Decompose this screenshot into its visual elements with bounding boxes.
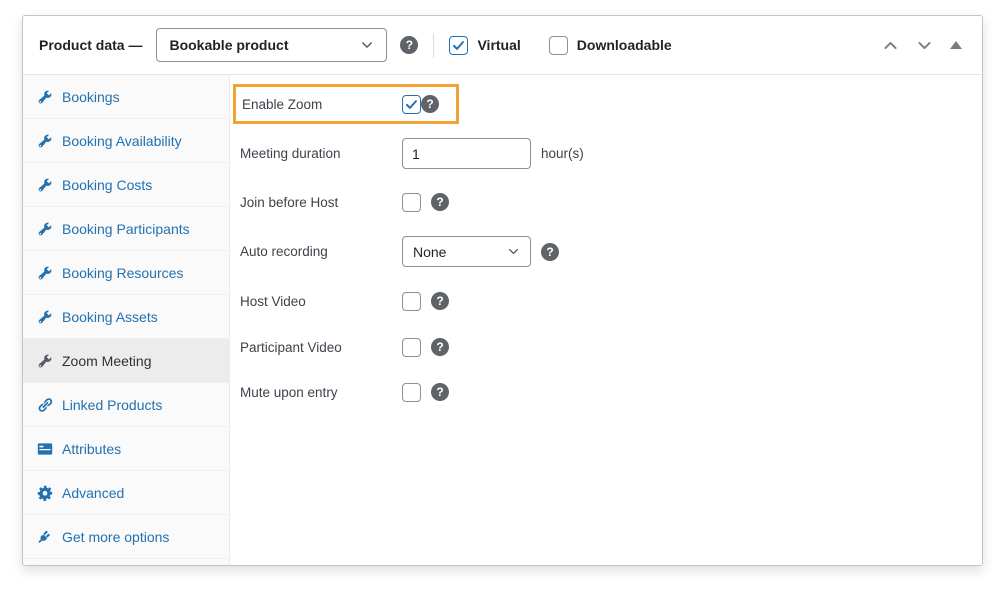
link-icon	[37, 397, 53, 413]
sidebar-item-label: Advanced	[62, 485, 124, 501]
chevron-down-icon	[360, 38, 374, 52]
participant-video-checkbox[interactable]	[402, 338, 421, 357]
divider	[433, 33, 434, 58]
help-icon[interactable]: ?	[541, 243, 559, 261]
help-icon[interactable]: ?	[431, 292, 449, 310]
virtual-label: Virtual	[477, 37, 520, 53]
wrench-icon	[37, 177, 53, 193]
meeting-duration-suffix: hour(s)	[541, 146, 584, 161]
virtual-checkbox[interactable]	[449, 36, 468, 55]
check-icon	[451, 38, 466, 53]
sidebar-item-booking-costs[interactable]: Booking Costs	[23, 163, 229, 207]
host-video-row: Host Video ?	[240, 290, 449, 312]
wrench-icon	[37, 353, 53, 369]
join-before-host-checkbox[interactable]	[402, 193, 421, 212]
wrench-icon	[37, 309, 53, 325]
sidebar-item-label: Booking Resources	[62, 265, 183, 281]
auto-recording-value: None	[413, 244, 446, 260]
sidebar-item-label: Bookings	[62, 89, 120, 105]
product-data-tabs: Bookings Booking Availability Booking Co…	[23, 75, 230, 565]
plug-icon	[37, 529, 53, 545]
join-before-host-row: Join before Host ?	[240, 191, 449, 213]
toggle-panel-button[interactable]	[948, 39, 964, 51]
sidebar-item-label: Booking Assets	[62, 309, 158, 325]
enable-zoom-checkbox[interactable]	[402, 95, 421, 114]
sidebar-item-label: Booking Costs	[62, 177, 152, 193]
auto-recording-label: Auto recording	[240, 244, 402, 259]
move-down-button[interactable]	[914, 35, 935, 56]
sidebar-item-linked-products[interactable]: Linked Products	[23, 383, 229, 427]
help-icon[interactable]: ?	[400, 36, 418, 54]
chevron-up-icon	[882, 37, 899, 54]
sidebar-item-label: Booking Participants	[62, 221, 190, 237]
sidebar-item-attributes[interactable]: Attributes	[23, 427, 229, 471]
meeting-duration-label: Meeting duration	[240, 146, 402, 161]
check-icon	[404, 97, 419, 112]
chevron-down-icon	[916, 37, 933, 54]
host-video-checkbox[interactable]	[402, 292, 421, 311]
sidebar-item-label: Linked Products	[62, 397, 162, 413]
gear-icon	[37, 485, 53, 501]
wrench-icon	[37, 221, 53, 237]
sidebar-item-booking-resources[interactable]: Booking Resources	[23, 251, 229, 295]
sidebar-item-get-more-options[interactable]: Get more options	[23, 515, 229, 559]
join-before-host-label: Join before Host	[240, 195, 402, 210]
participant-video-label: Participant Video	[240, 340, 402, 355]
wrench-icon	[37, 265, 53, 281]
product-type-select[interactable]: Bookable product	[156, 28, 387, 62]
participant-video-row: Participant Video ?	[240, 336, 449, 358]
sidebar-item-label: Attributes	[62, 441, 121, 457]
triangle-up-icon	[950, 41, 962, 49]
sidebar-item-label: Booking Availability	[62, 133, 182, 149]
metabox-controls	[880, 35, 968, 56]
attributes-icon	[37, 441, 53, 457]
enable-zoom-highlight: Enable Zoom ?	[233, 84, 459, 124]
mute-upon-entry-label: Mute upon entry	[240, 385, 402, 400]
host-video-label: Host Video	[240, 294, 402, 309]
sidebar-item-bookings[interactable]: Bookings	[23, 75, 229, 119]
auto-recording-row: Auto recording None ?	[240, 236, 559, 267]
auto-recording-select[interactable]: None	[402, 236, 531, 267]
downloadable-checkbox-group[interactable]: Downloadable	[549, 36, 672, 55]
help-icon[interactable]: ?	[431, 383, 449, 401]
meeting-duration-input[interactable]	[402, 138, 531, 169]
sidebar-item-label: Zoom Meeting	[62, 353, 151, 369]
help-icon[interactable]: ?	[431, 193, 449, 211]
zoom-meeting-panel: Enable Zoom ? Meeting duration hour(s) J…	[230, 75, 982, 565]
mute-upon-entry-row: Mute upon entry ?	[240, 381, 449, 403]
downloadable-checkbox[interactable]	[549, 36, 568, 55]
help-icon[interactable]: ?	[421, 95, 439, 113]
move-up-button[interactable]	[880, 35, 901, 56]
enable-zoom-label: Enable Zoom	[242, 97, 402, 112]
sidebar-item-zoom-meeting[interactable]: Zoom Meeting	[23, 339, 229, 383]
virtual-checkbox-group[interactable]: Virtual	[449, 36, 520, 55]
sidebar-item-advanced[interactable]: Advanced	[23, 471, 229, 515]
wrench-icon	[37, 89, 53, 105]
product-data-header: Product data — Bookable product ? Virtua…	[23, 16, 982, 75]
sidebar-item-booking-assets[interactable]: Booking Assets	[23, 295, 229, 339]
sidebar-item-booking-participants[interactable]: Booking Participants	[23, 207, 229, 251]
sidebar-item-label: Get more options	[62, 529, 169, 545]
product-type-value: Bookable product	[169, 37, 288, 53]
sidebar-item-booking-availability[interactable]: Booking Availability	[23, 119, 229, 163]
chevron-down-icon	[507, 245, 520, 258]
mute-upon-entry-checkbox[interactable]	[402, 383, 421, 402]
meeting-duration-row: Meeting duration hour(s)	[240, 138, 584, 169]
help-icon[interactable]: ?	[431, 338, 449, 356]
panel-title: Product data —	[39, 37, 142, 53]
wrench-icon	[37, 133, 53, 149]
downloadable-label: Downloadable	[577, 37, 672, 53]
product-data-panel: Product data — Bookable product ? Virtua…	[22, 15, 983, 566]
